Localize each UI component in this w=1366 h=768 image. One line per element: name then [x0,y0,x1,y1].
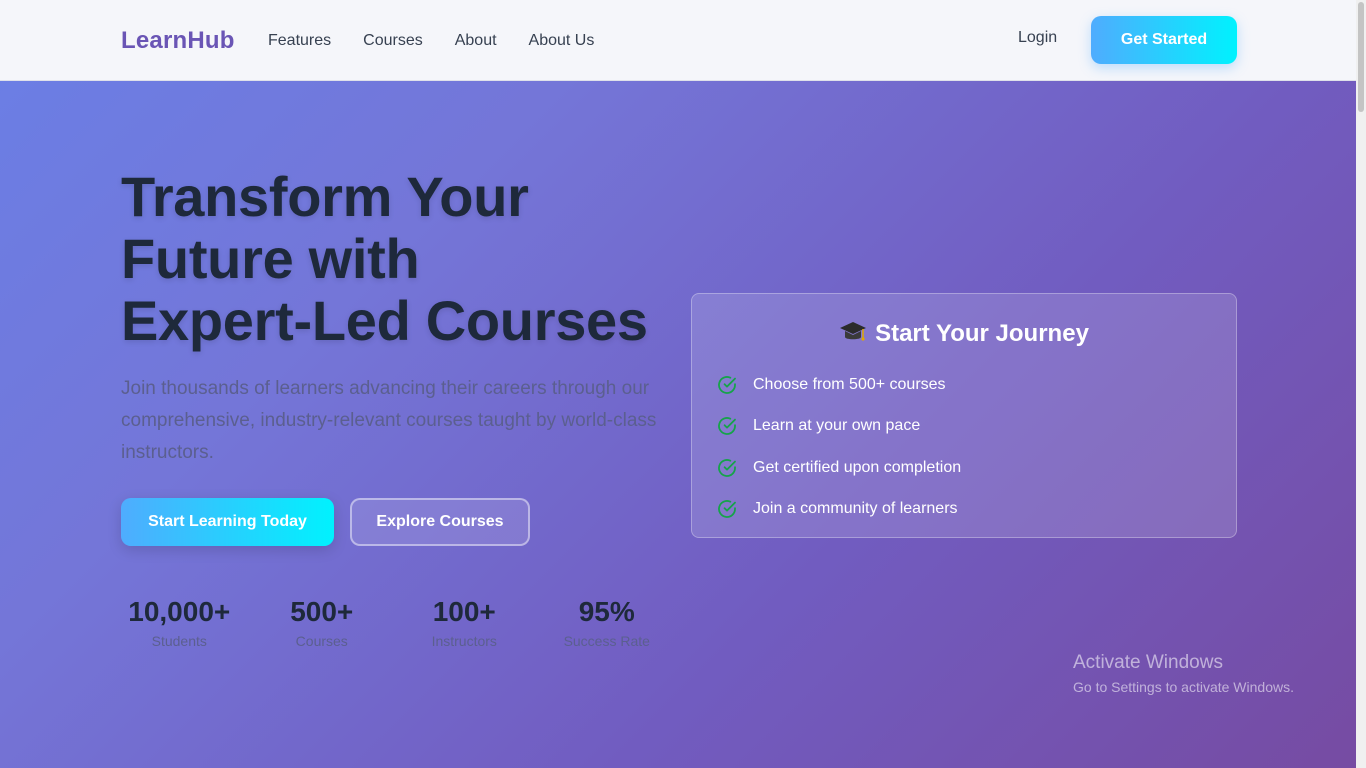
check-circle-icon [718,458,736,477]
hero-title-line: Transform Your [121,165,529,228]
get-started-button[interactable]: Get Started [1091,16,1237,64]
graduation-cap-icon [839,320,867,351]
activate-windows-watermark: Activate Windows Go to Settings to activ… [1073,651,1294,697]
list-item: Get certified upon completion [717,447,961,489]
list-item: Learn at your own pace [717,406,961,448]
stat-courses: 500+ Courses [251,595,394,649]
page-scrollbar[interactable] [1356,0,1366,768]
stat-value: 500+ [290,596,354,627]
nav-links: Features Courses About About Us [268,31,594,50]
list-item-text: Learn at your own pace [753,417,921,435]
stat-value: 10,000+ [128,596,231,627]
list-item-text: Choose from 500+ courses [753,375,946,393]
stat-label: Students [151,633,207,649]
journey-card: Start Your Journey Choose from 500+ cour… [691,293,1237,538]
login-link[interactable]: Login [1018,28,1057,47]
logo[interactable]: LearnHub [121,27,235,55]
stat-students: 10,000+ Students [108,595,251,649]
check-circle-icon [718,417,736,436]
stat-value: 95% [578,596,635,627]
nav-link-about-us[interactable]: About Us [529,31,595,50]
feature-list: Choose from 500+ courses Learn at your o… [717,364,961,530]
scrollbar-thumb[interactable] [1358,2,1364,112]
navbar: LearnHub Features Courses About About Us… [0,0,1356,81]
nav-link-about[interactable]: About [455,31,497,50]
list-item-text: Get certified upon completion [753,458,962,476]
check-circle-icon [718,500,736,519]
stat-success-rate: 95% Success Rate [536,595,679,649]
card-title-text: Start Your Journey [875,320,1089,347]
nav-link-courses[interactable]: Courses [363,31,423,50]
hero-title-line: Future with [121,227,420,290]
list-item-text: Join a community of learners [753,500,958,518]
watermark-title: Activate Windows [1073,652,1223,673]
hero-title-line: Expert-Led Courses [121,289,648,352]
check-circle-icon [718,375,736,394]
stat-value: 100+ [432,596,496,627]
list-item: Choose from 500+ courses [717,364,961,406]
nav-link-features[interactable]: Features [268,31,331,50]
list-item: Join a community of learners [717,489,961,531]
watermark-subtitle: Go to Settings to activate Windows. [1073,679,1294,695]
hero-title: Transform Your Future with Expert-Led Co… [121,166,681,352]
explore-courses-button[interactable]: Explore Courses [350,498,530,546]
stat-label: Courses [295,633,348,649]
hero-subtitle: Join thousands of learners advancing the… [121,378,657,463]
stat-label: Success Rate [563,633,650,649]
start-learning-button[interactable]: Start Learning Today [121,498,334,546]
card-title: Start Your Journey [692,320,1236,351]
stat-instructors: 100+ Instructors [393,595,536,649]
stats-row: 10,000+ Students 500+ Courses 100+ Instr… [108,595,678,649]
stat-label: Instructors [431,633,497,649]
